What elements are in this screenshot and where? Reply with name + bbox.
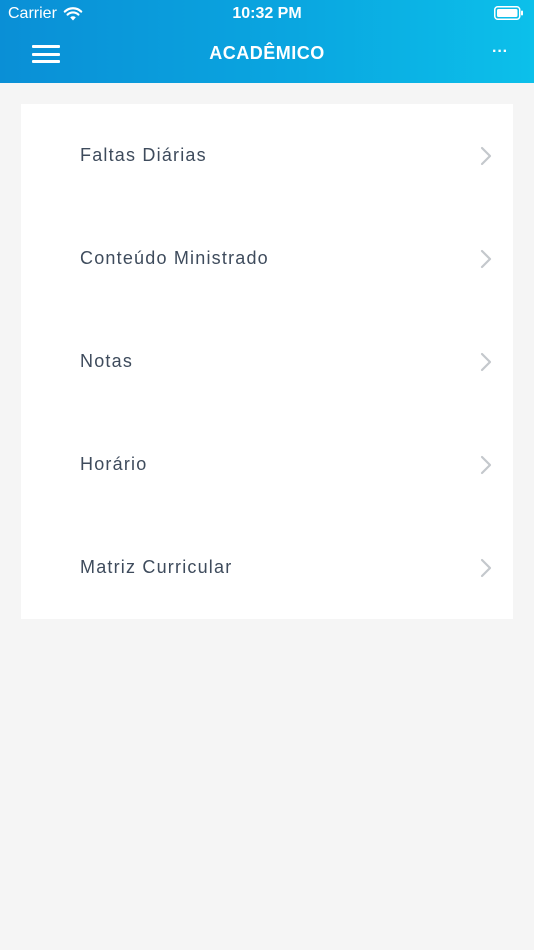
status-time: 10:32 PM [232, 5, 302, 22]
status-bar: Carrier 10:32 PM [0, 0, 534, 28]
nav-bar: ACADÊMICO ··· [0, 28, 534, 83]
chevron-right-icon [480, 146, 492, 165]
app-header: Carrier 10:32 PM ACADÊMICO ··· [0, 0, 534, 83]
menu-item-conteudo-ministrado[interactable]: Conteúdo Ministrado [21, 207, 513, 310]
menu-item-label: Matriz Curricular [80, 557, 233, 577]
chevron-right-icon [480, 558, 492, 577]
chevron-right-icon [480, 352, 492, 371]
menu-item-label: Conteúdo Ministrado [80, 248, 269, 268]
menu-item-faltas-diarias[interactable]: Faltas Diárias [21, 104, 513, 207]
menu-item-notas[interactable]: Notas [21, 310, 513, 413]
menu-card: Faltas Diárias Conteúdo Ministrado Notas… [21, 104, 513, 619]
page-title: ACADÊMICO [209, 43, 325, 63]
menu-item-matriz-curricular[interactable]: Matriz Curricular [21, 516, 513, 619]
menu-item-label: Notas [80, 351, 134, 371]
battery-icon [494, 6, 523, 20]
ellipsis-icon[interactable]: ··· [488, 40, 512, 64]
menu-item-label: Faltas Diárias [80, 145, 207, 165]
chevron-right-icon [480, 455, 492, 474]
menu-item-horario[interactable]: Horário [21, 413, 513, 516]
chevron-right-icon [480, 249, 492, 268]
menu-item-label: Horário [80, 454, 148, 474]
